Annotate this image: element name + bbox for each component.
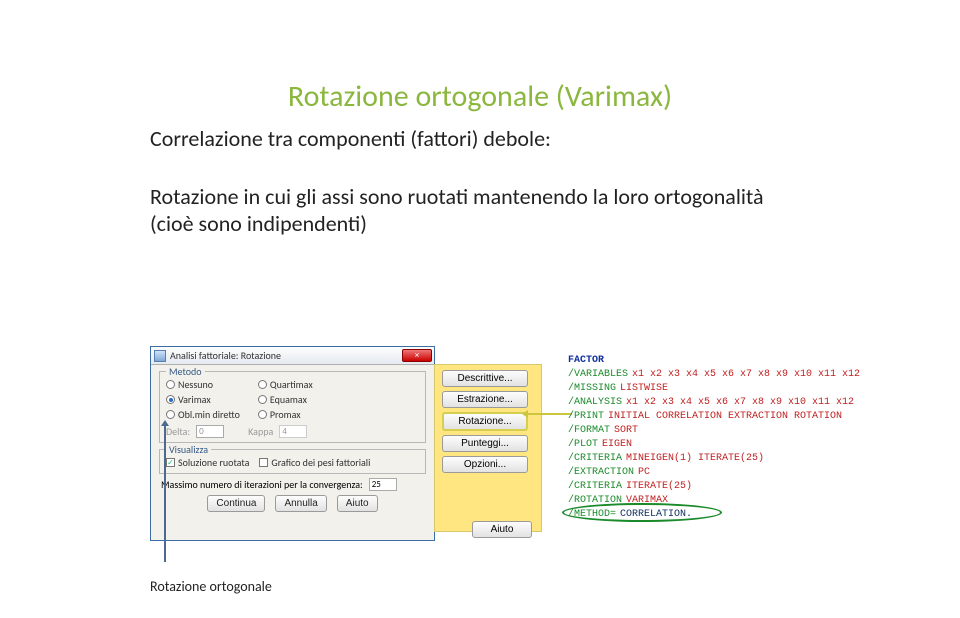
dialog-icon bbox=[154, 350, 166, 362]
syntax-arg: EIGEN bbox=[602, 438, 632, 452]
radio-label: Quartimax bbox=[270, 378, 313, 391]
syntax-arg: x1 x2 x3 x4 x5 x6 x7 x8 x9 x10 x11 x12 bbox=[632, 368, 860, 382]
syntax-kw: /ANALYSIS bbox=[568, 396, 622, 410]
syntax-arg: CORRELATION. bbox=[620, 508, 692, 522]
cancel-button[interactable]: Annulla bbox=[275, 495, 326, 512]
syntax-kw: /ROTATION bbox=[568, 494, 622, 508]
iter-label: Massimo numero di iterazioni per la conv… bbox=[161, 478, 363, 491]
paragraph-1: Correlazione tra componenti (fattori) de… bbox=[150, 125, 810, 153]
checkbox-label: Grafico dei pesi fattoriali bbox=[271, 456, 370, 469]
side-btn-scores[interactable]: Punteggi... bbox=[442, 435, 528, 452]
radio-quartimax[interactable]: Quartimax bbox=[258, 378, 313, 391]
radio-equamax[interactable]: Equamax bbox=[258, 393, 313, 406]
syntax-arg: PC bbox=[638, 466, 650, 480]
syntax-arg: MINEIGEN(1) ITERATE(25) bbox=[626, 452, 764, 466]
syntax-head: FACTOR bbox=[568, 354, 604, 368]
groupbox-method: Metodo Nessuno Varimax Obl.min diretto Q… bbox=[159, 371, 426, 443]
dialog-titlebar: Analisi fattoriale: Rotazione × bbox=[151, 347, 434, 365]
side-btn-rotation[interactable]: Rotazione... bbox=[442, 412, 528, 431]
groupbox-view: Visualizza Soluzione ruotata Grafico dei… bbox=[159, 449, 426, 474]
radio-nessuno[interactable]: Nessuno bbox=[166, 378, 240, 391]
syntax-arg: ITERATE(25) bbox=[626, 480, 692, 494]
side-btn-options[interactable]: Opzioni... bbox=[442, 456, 528, 473]
syntax-arg: INITIAL CORRELATION EXTRACTION ROTATION bbox=[608, 410, 842, 424]
radio-label: Nessuno bbox=[178, 378, 213, 391]
syntax-kw: /VARIABLES bbox=[568, 368, 628, 382]
parent-help-button[interactable]: Aiuto bbox=[472, 521, 532, 538]
radio-label: Obl.min diretto bbox=[178, 408, 240, 421]
radio-label: Promax bbox=[270, 408, 301, 421]
syntax-kw: /EXTRACTION bbox=[568, 466, 634, 480]
syntax-arg: SORT bbox=[614, 424, 638, 438]
side-buttons: Descrittive... Estrazione... Rotazione..… bbox=[442, 370, 528, 473]
callout-line-icon bbox=[164, 426, 166, 562]
syntax-kw: /CRITERIA bbox=[568, 452, 622, 466]
syntax-arg: VARIMAX bbox=[626, 494, 668, 508]
groupbox-view-legend: Visualizza bbox=[166, 443, 211, 456]
delta-label: Delta: bbox=[166, 425, 190, 438]
checkbox-plot[interactable]: Grafico dei pesi fattoriali bbox=[259, 456, 370, 469]
dialog-title: Analisi fattoriale: Rotazione bbox=[170, 349, 281, 362]
syntax-block: FACTOR /VARIABLES x1 x2 x3 x4 x5 x6 x7 x8… bbox=[568, 354, 860, 522]
checkbox-solution[interactable]: Soluzione ruotata bbox=[166, 456, 249, 469]
kappa-input: 4 bbox=[279, 425, 307, 438]
syntax-kw: /FORMAT bbox=[568, 424, 610, 438]
radio-label: Equamax bbox=[270, 393, 307, 406]
groupbox-method-legend: Metodo bbox=[166, 365, 205, 378]
radio-varimax[interactable]: Varimax bbox=[166, 393, 240, 406]
syntax-kw: /METHOD= bbox=[568, 508, 616, 522]
syntax-arg: LISTWISE bbox=[620, 382, 668, 396]
syntax-arg: x1 x2 x3 x4 x5 x6 x7 x8 x9 x10 x11 x12 bbox=[626, 396, 854, 410]
figure-area: Analisi fattoriale: Rotazione × Metodo N… bbox=[150, 346, 850, 566]
close-icon[interactable]: × bbox=[402, 349, 432, 362]
iter-input[interactable]: 25 bbox=[369, 478, 397, 491]
delta-input: 0 bbox=[196, 425, 224, 438]
radio-oblimin[interactable]: Obl.min diretto bbox=[166, 408, 240, 421]
arrow-icon bbox=[528, 413, 572, 415]
continue-button[interactable]: Continua bbox=[207, 495, 265, 512]
checkbox-label: Soluzione ruotata bbox=[178, 456, 249, 469]
side-btn-extraction[interactable]: Estrazione... bbox=[442, 391, 528, 408]
radio-label: Varimax bbox=[178, 393, 211, 406]
rotation-dialog: Analisi fattoriale: Rotazione × Metodo N… bbox=[150, 346, 435, 541]
help-button[interactable]: Aiuto bbox=[337, 495, 378, 512]
syntax-kw: /PLOT bbox=[568, 438, 598, 452]
kappa-label: Kappa bbox=[248, 425, 273, 438]
syntax-kw: /PRINT bbox=[568, 410, 604, 424]
slide-title: Rotazione ortogonale (Varimax) bbox=[0, 78, 960, 115]
side-btn-descriptives[interactable]: Descrittive... bbox=[442, 370, 528, 387]
radio-promax[interactable]: Promax bbox=[258, 408, 313, 421]
syntax-kw: /MISSING bbox=[568, 382, 616, 396]
footer-caption: Rotazione ortogonale bbox=[150, 578, 272, 595]
paragraph-2: Rotazione in cui gli assi sono ruotati m… bbox=[150, 183, 810, 238]
syntax-kw: /CRITERIA bbox=[568, 480, 622, 494]
